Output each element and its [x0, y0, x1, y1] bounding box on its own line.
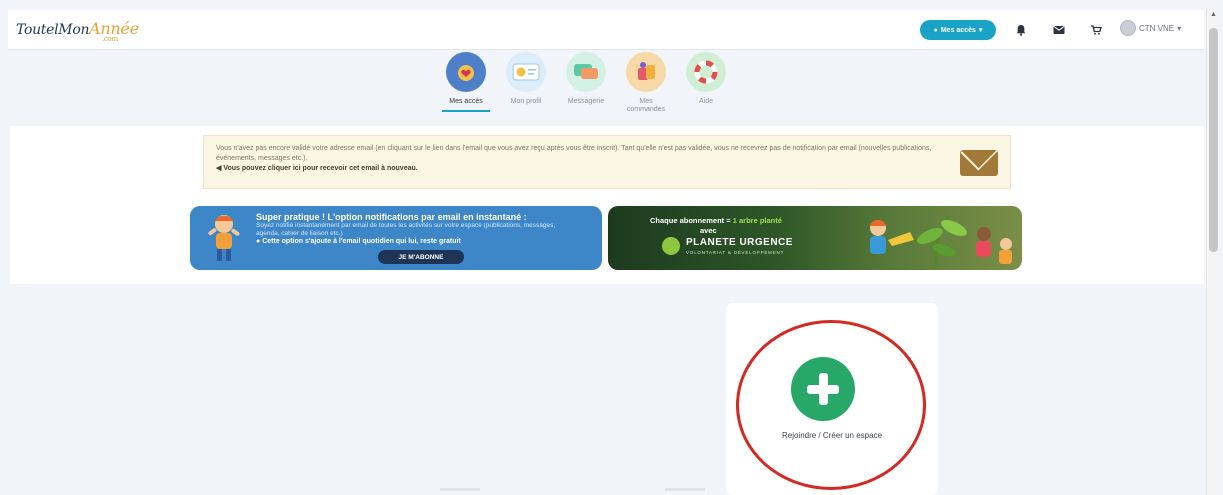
lock-icon: ● — [933, 26, 938, 34]
page: ToutelMonAnnée .com ● Mes accès ▾ CTN VN… — [0, 0, 1223, 495]
resend-email-link[interactable]: ◀ Vous pouvez cliquer ici pour recevoir … — [216, 164, 940, 174]
plus-icon[interactable] — [791, 357, 855, 421]
site-logo[interactable]: ToutelMonAnnée .com — [16, 19, 139, 43]
brand-name: PLANETE URGENCE — [686, 237, 793, 248]
promo-note: ● Cette option s'ajoute à l'email quotid… — [256, 238, 461, 245]
placeholder-bar — [665, 488, 705, 491]
envelope-icon — [960, 150, 998, 176]
placeholder-bar — [440, 488, 480, 491]
nav-item-mes-acces[interactable]: Mes accès — [440, 52, 492, 124]
cart-icon[interactable] — [1088, 22, 1104, 38]
lifebuoy-icon — [686, 52, 726, 92]
scrollbar-thumb[interactable] — [1209, 28, 1218, 252]
nav-item-aide[interactable]: Aide — [680, 52, 732, 124]
tree-offer-with: avec — [700, 226, 717, 235]
caret-down-icon: ▾ — [1177, 23, 1182, 33]
child-illustration-icon — [208, 215, 240, 261]
promo-title: Super pratique ! L'option notifications … — [256, 212, 527, 222]
notifications-promo-banner[interactable]: Super pratique ! L'option notifications … — [190, 206, 602, 270]
profile-card-icon — [506, 52, 546, 92]
kids-planting-illustration-icon — [870, 215, 1012, 267]
content-panel: Vous n'avez pas encore validé votre adre… — [10, 126, 1204, 284]
nav-label: Aide — [698, 98, 713, 105]
promo-note-text: Cette option s'ajoute à l'email quotidie… — [262, 238, 461, 245]
messages-icon — [566, 52, 606, 92]
envelope-icon[interactable] — [1051, 22, 1067, 38]
logo-suffix: .com — [102, 35, 118, 43]
scroll-up-icon[interactable]: ▲ — [1210, 11, 1217, 18]
nav-item-mes-commandes[interactable]: Mes commandes — [620, 52, 672, 124]
access-button-label: Mes accès — [940, 26, 976, 34]
resend-email-label: Vous pouvez cliquer ici pour recevoir ce… — [223, 165, 418, 172]
planete-urgence-banner[interactable]: Chaque abonnement = 1 arbre planté avec … — [608, 206, 1022, 270]
orders-icon — [626, 52, 666, 92]
logo-main-text: ToutelMon — [16, 22, 90, 38]
nav-label: Mes accès — [449, 98, 483, 105]
avatar — [1120, 20, 1136, 36]
bottom-placeholder-bars — [280, 488, 840, 495]
nav-label: Mes commandes — [626, 98, 666, 113]
heart-key-icon — [446, 52, 486, 92]
bell-icon[interactable] — [1013, 22, 1029, 38]
active-tab-indicator — [442, 110, 490, 112]
tree-offer-highlight: 1 arbre planté — [732, 216, 782, 225]
main-nav: Mes accès Mon profil Messagerie Mes comm… — [440, 52, 732, 124]
planete-urgence-logo-icon — [662, 237, 680, 255]
vertical-scrollbar[interactable]: ▲ — [1206, 8, 1220, 495]
email-validation-alert: Vous n'avez pas encore validé votre adre… — [203, 135, 1011, 189]
nav-item-mon-profil[interactable]: Mon profil — [500, 52, 552, 124]
join-create-space-label[interactable]: Rejoindre / Créer un espace — [726, 431, 938, 440]
user-menu[interactable]: CTN VNE ▾ — [1120, 20, 1181, 36]
user-name: CTN VNE — [1139, 23, 1175, 33]
nav-label: Mon profil — [510, 98, 542, 105]
top-bar: ToutelMonAnnée .com ● Mes accès ▾ CTN VN… — [8, 10, 1204, 50]
nav-item-messagerie[interactable]: Messagerie — [560, 52, 612, 124]
alert-text: Vous n'avez pas encore validé votre adre… — [216, 145, 932, 162]
nav-label: Messagerie — [567, 98, 605, 105]
caret-down-icon: ▾ — [978, 27, 983, 34]
tree-offer-prefix: Chaque abonnement = — [650, 216, 731, 225]
brand-tagline: VOLONTARIAT & DÉVELOPPEMENT — [686, 250, 785, 255]
tree-offer-text: Chaque abonnement = 1 arbre planté — [650, 216, 782, 225]
promo-subtitle: Soyez notifié instantanément par email d… — [256, 222, 556, 237]
subscribe-button[interactable]: JE M'ABONNE — [378, 250, 464, 264]
access-menu-button[interactable]: ● Mes accès ▾ — [920, 20, 996, 40]
